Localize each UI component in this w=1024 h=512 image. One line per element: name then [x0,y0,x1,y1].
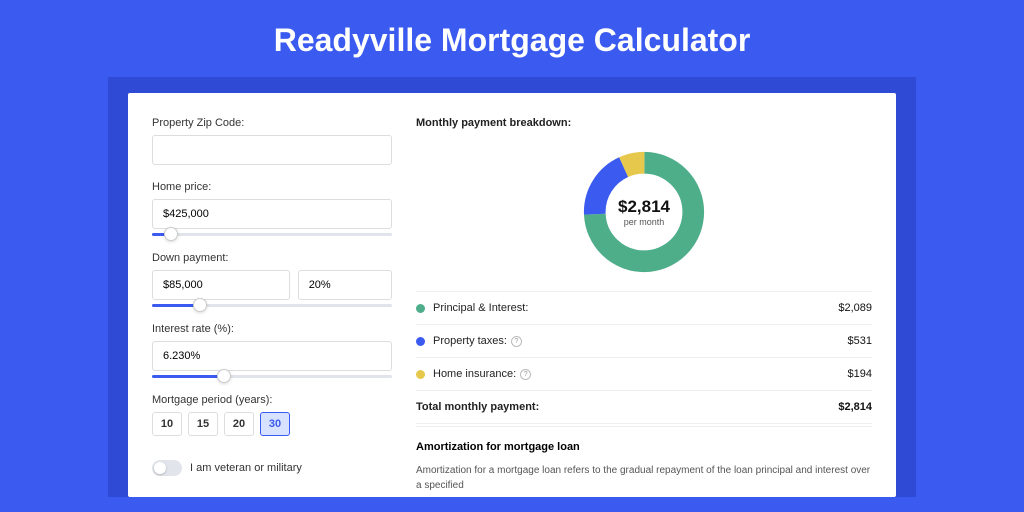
page-title: Readyville Mortgage Calculator [0,0,1024,77]
content-stripe: Property Zip Code: Home price: Down paym… [108,77,916,497]
donut-center: $2,814 per month [579,147,709,277]
legend-value-insurance: $194 [848,368,872,380]
period-20-button[interactable]: 20 [224,412,254,436]
slider-thumb-icon[interactable] [164,227,178,241]
calculator-card: Property Zip Code: Home price: Down paym… [128,93,896,497]
down-payment-slider[interactable] [152,304,392,307]
home-price-input[interactable] [152,199,392,229]
interest-label: Interest rate (%): [152,323,392,335]
amortization-title: Amortization for mortgage loan [416,441,872,453]
slider-thumb-icon[interactable] [217,369,231,383]
legend-label-taxes: Property taxes: ? [433,335,848,347]
period-30-button[interactable]: 30 [260,412,290,436]
legend-value-total: $2,814 [838,401,872,413]
home-price-group: Home price: [152,181,392,236]
interest-input[interactable] [152,341,392,371]
legend-row-total: Total monthly payment: $2,814 [416,391,872,424]
donut-chart-wrap: $2,814 per month [416,139,872,291]
info-icon[interactable]: ? [520,369,531,380]
period-buttons: 10 15 20 30 [152,412,392,436]
amortization-section: Amortization for mortgage loan Amortizat… [416,426,872,493]
legend-label-principal: Principal & Interest: [433,302,838,314]
home-price-label: Home price: [152,181,392,193]
interest-group: Interest rate (%): [152,323,392,378]
down-payment-group: Down payment: [152,252,392,307]
period-15-button[interactable]: 15 [188,412,218,436]
info-icon[interactable]: ? [511,336,522,347]
down-payment-label: Down payment: [152,252,392,264]
veteran-toggle[interactable] [152,460,182,476]
legend-dot-icon [416,337,425,346]
breakdown-title: Monthly payment breakdown: [416,117,872,129]
legend-row-principal: Principal & Interest: $2,089 [416,292,872,325]
donut-amount: $2,814 [618,197,670,217]
zip-input[interactable] [152,135,392,165]
donut-chart: $2,814 per month [579,147,709,277]
veteran-row: I am veteran or military [152,460,392,476]
period-label: Mortgage period (years): [152,394,392,406]
down-payment-input[interactable] [152,270,290,300]
legend-value-principal: $2,089 [838,302,872,314]
veteran-label: I am veteran or military [190,462,302,474]
slider-thumb-icon[interactable] [193,298,207,312]
interest-slider[interactable] [152,375,392,378]
home-price-slider[interactable] [152,233,392,236]
legend-row-insurance: Home insurance: ? $194 [416,358,872,391]
donut-sub: per month [624,217,665,227]
period-group: Mortgage period (years): 10 15 20 30 [152,394,392,436]
zip-label: Property Zip Code: [152,117,392,129]
zip-group: Property Zip Code: [152,117,392,165]
breakdown-column: Monthly payment breakdown: $2,814 per mo… [416,117,872,497]
legend-dot-icon [416,304,425,313]
legend-label-total: Total monthly payment: [416,401,838,413]
legend-row-taxes: Property taxes: ? $531 [416,325,872,358]
amortization-body: Amortization for a mortgage loan refers … [416,463,872,493]
down-payment-pct-input[interactable] [298,270,392,300]
legend-dot-icon [416,370,425,379]
toggle-knob-icon [154,462,166,474]
legend-value-taxes: $531 [848,335,872,347]
legend-label-insurance: Home insurance: ? [433,368,848,380]
period-10-button[interactable]: 10 [152,412,182,436]
legend: Principal & Interest: $2,089 Property ta… [416,291,872,424]
form-column: Property Zip Code: Home price: Down paym… [152,117,392,497]
